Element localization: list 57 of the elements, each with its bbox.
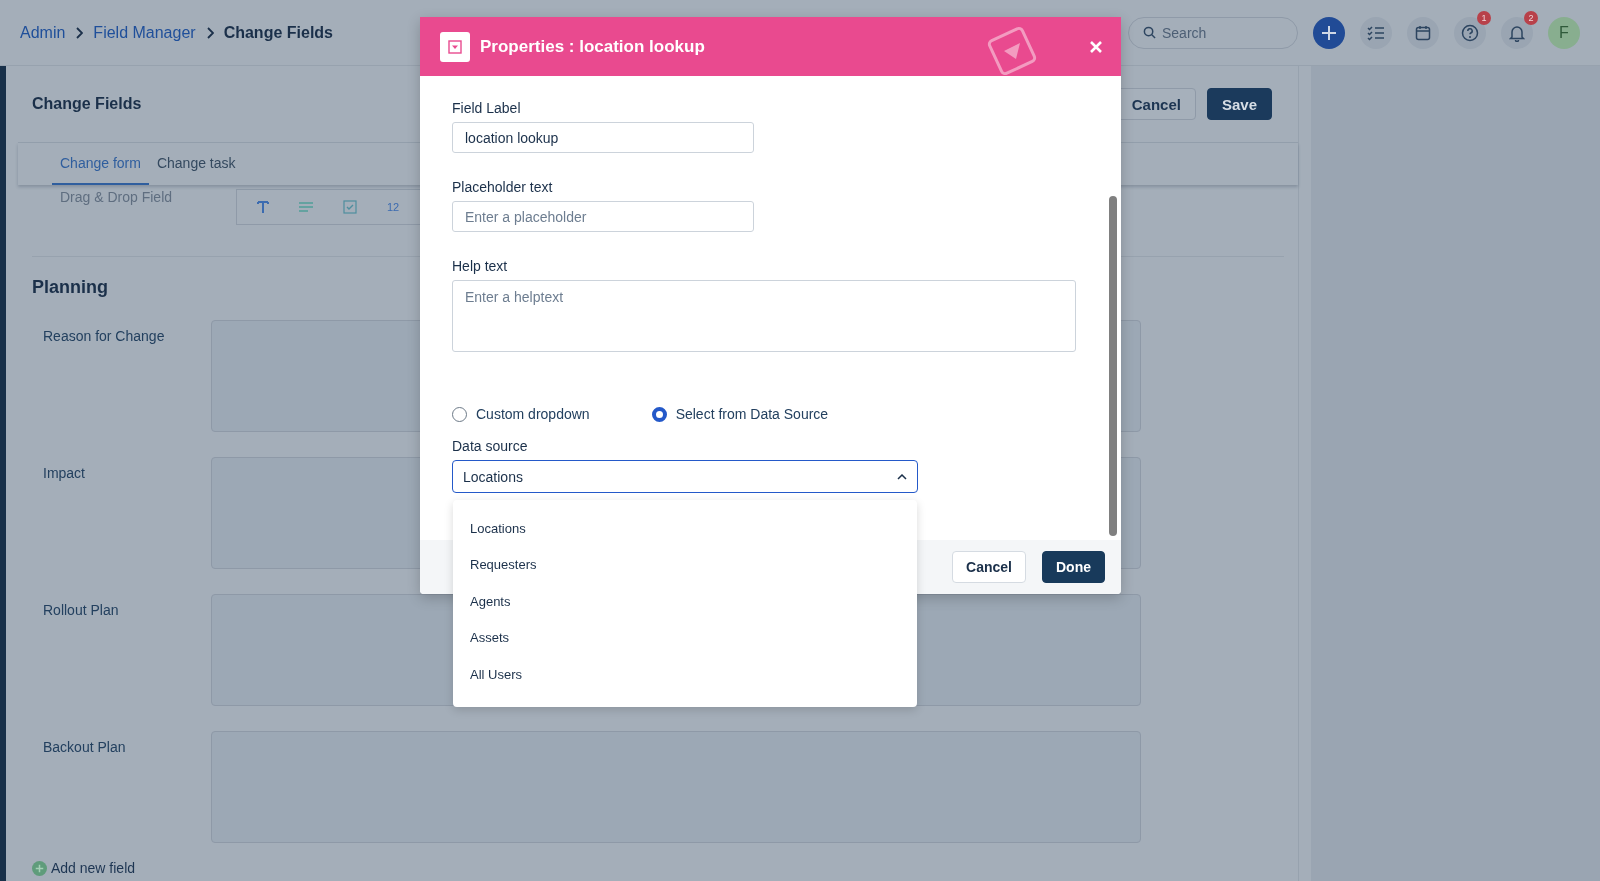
search-icon xyxy=(1143,26,1156,39)
page-title: Change Fields xyxy=(32,95,142,113)
bell-icon xyxy=(1509,23,1525,42)
dropdown-option[interactable]: All Users xyxy=(453,656,917,693)
radio-option[interactable]: Custom dropdown xyxy=(452,406,590,422)
search-placeholder: Search xyxy=(1162,24,1207,41)
field-label-input[interactable]: location lookup xyxy=(452,122,754,153)
cancel-button[interactable]: Cancel xyxy=(952,551,1026,583)
chevron-icon xyxy=(205,26,214,39)
close-button[interactable] xyxy=(1089,39,1103,54)
tab[interactable]: Change task xyxy=(148,143,244,185)
field-label: Impact xyxy=(42,464,86,483)
calendar-button[interactable] xyxy=(1407,16,1439,49)
text-icon[interactable] xyxy=(257,200,269,214)
calendar-icon xyxy=(1415,24,1431,41)
dropdown-option[interactable]: Requesters xyxy=(453,546,917,583)
question-icon xyxy=(1461,23,1479,42)
field-label: Rollout Plan xyxy=(42,601,120,620)
radio-button[interactable] xyxy=(452,406,467,422)
plus-icon xyxy=(1321,24,1337,41)
breadcrumb-link[interactable]: Field Manager xyxy=(93,23,196,42)
field-label: Placeholder text xyxy=(452,179,553,195)
field-label: Help text xyxy=(452,258,508,274)
help-text-area[interactable]: Enter a helptext xyxy=(452,280,1076,352)
scrollbar[interactable] xyxy=(1109,196,1117,536)
close-icon xyxy=(1089,39,1103,54)
notifications-button[interactable] xyxy=(1501,16,1533,49)
breadcrumb-link[interactable]: Admin xyxy=(20,23,66,42)
radio-option[interactable]: Select from Data Source xyxy=(651,406,829,422)
save-button[interactable]: Save xyxy=(1206,88,1272,120)
placeholder-input[interactable]: Enter a placeholder xyxy=(452,201,754,232)
done-button[interactable]: Done xyxy=(1042,551,1105,583)
checklist-icon xyxy=(1367,24,1385,41)
tasks-button[interactable] xyxy=(1360,16,1392,49)
dropdown-option[interactable]: Assets xyxy=(453,619,917,656)
radio-button[interactable] xyxy=(651,406,667,422)
field-label: Backout Plan xyxy=(42,738,127,757)
dropdown-option[interactable]: Agents xyxy=(453,583,917,620)
dropdown-option[interactable]: Locations xyxy=(453,510,917,547)
dropdown-field-icon xyxy=(440,31,470,62)
plus-circle-icon xyxy=(32,860,47,876)
field-label: Field Label xyxy=(452,100,521,116)
count-badge: 1 xyxy=(1477,10,1491,25)
checkbox-icon[interactable] xyxy=(343,200,357,214)
breadcrumb-current: Change Fields xyxy=(223,23,333,42)
chevron-icon xyxy=(897,473,907,480)
add-field-button[interactable]: Add new field xyxy=(32,860,136,876)
help-button[interactable] xyxy=(1454,16,1486,49)
chevron-icon xyxy=(75,26,84,39)
toolbar-label: Drag & Drop Field xyxy=(60,189,174,207)
data-source-select[interactable]: Locations xyxy=(452,460,918,493)
field-label: Data source xyxy=(452,438,528,454)
field-label: Reason for Change xyxy=(42,327,166,346)
dialog-title: Properties : location lookup xyxy=(480,36,705,57)
section-title: Planning xyxy=(32,277,108,298)
add-button[interactable] xyxy=(1313,16,1345,49)
count-badge: 2 xyxy=(1524,10,1538,25)
